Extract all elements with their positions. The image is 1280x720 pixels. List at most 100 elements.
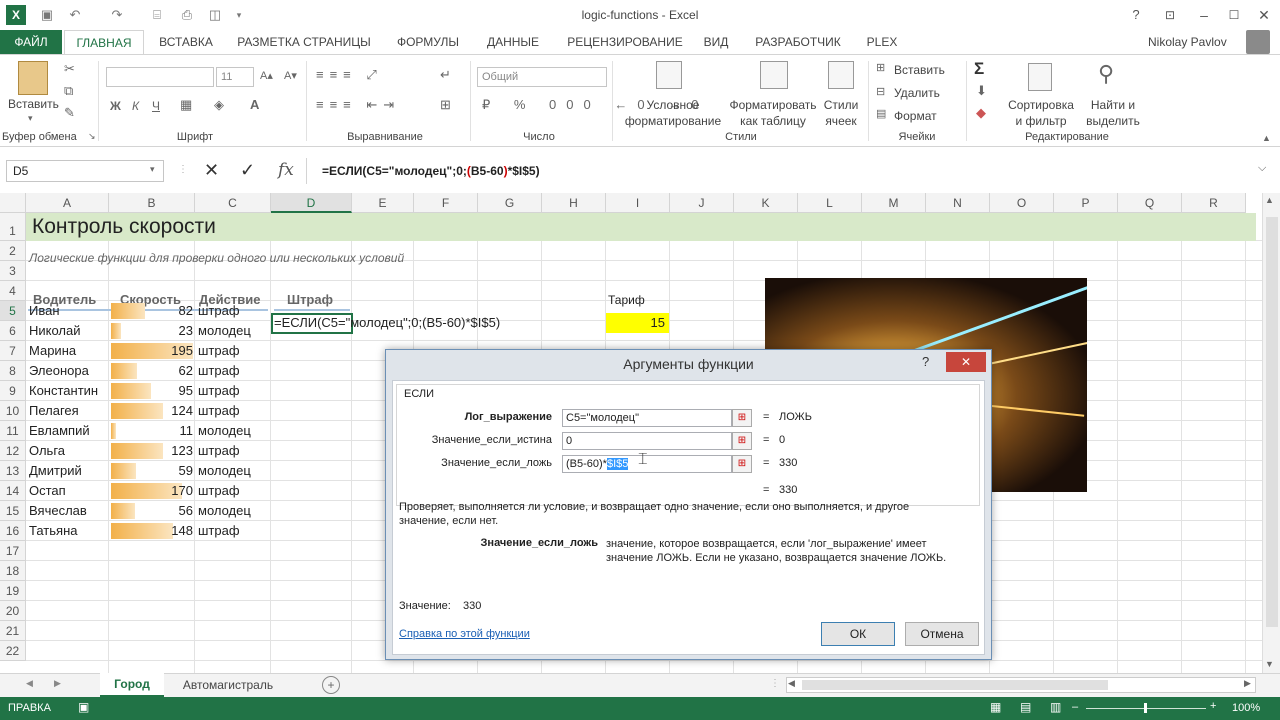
hscroll-thumb[interactable]	[802, 680, 1108, 690]
row-header[interactable]: 7	[0, 341, 26, 361]
driver-name[interactable]: Татьяна	[29, 521, 77, 541]
row-header[interactable]: 8	[0, 361, 26, 381]
column-header[interactable]: G	[478, 193, 542, 213]
sort-filter-icon[interactable]	[1028, 63, 1052, 91]
speed-value[interactable]: 62	[111, 361, 193, 381]
speed-value[interactable]: 11	[111, 421, 194, 441]
row-header[interactable]: 11	[0, 421, 26, 441]
italic-button[interactable]: К	[132, 99, 139, 113]
driver-name[interactable]: Марина	[29, 341, 76, 361]
wrap-text-icon[interactable]: ↵	[440, 67, 451, 83]
tabs-splitter-icon[interactable]: ⋮	[770, 678, 780, 689]
confirm-entry-icon[interactable]: ✓	[240, 160, 255, 181]
page-layout-view-icon[interactable]: ▤	[1020, 700, 1031, 714]
row-header[interactable]: 15	[0, 501, 26, 521]
column-header[interactable]: I	[606, 193, 670, 213]
scroll-down-icon[interactable]: ▼	[1265, 659, 1274, 669]
ok-button[interactable]: ОК	[821, 622, 895, 646]
format-cells-button[interactable]: Формат	[894, 109, 937, 123]
action-value[interactable]: штраф	[198, 481, 240, 501]
column-header[interactable]: A	[26, 193, 109, 213]
row-header[interactable]: 2	[0, 241, 26, 261]
clear-icon[interactable]: ◆	[976, 105, 986, 121]
scroll-up-icon[interactable]: ▲	[1265, 195, 1274, 205]
action-value[interactable]: штраф	[198, 381, 240, 401]
active-cell-formula[interactable]: =ЕСЛИ(C5="молодец";0;(B5-60)*$I$5)	[274, 313, 500, 333]
insert-function-icon[interactable]: fx	[278, 160, 294, 180]
format-painter-icon[interactable]: ✎	[64, 105, 75, 121]
driver-name[interactable]: Элеонора	[29, 361, 89, 381]
tab-data[interactable]: ДАННЫЕ	[478, 30, 548, 54]
column-header[interactable]: C	[195, 193, 271, 213]
action-value[interactable]: штраф	[198, 401, 240, 421]
arg-input-logical[interactable]: C5="молодец"	[562, 409, 732, 427]
vertical-scrollbar[interactable]: ▲ ▼	[1262, 193, 1280, 673]
delete-cells-button[interactable]: Удалить	[894, 86, 940, 100]
column-header[interactable]: P	[1054, 193, 1118, 213]
collapse-ribbon-icon[interactable]: ▲	[1262, 133, 1271, 143]
format-as-table-icon[interactable]	[760, 61, 788, 89]
font-size-combo[interactable]: 11	[216, 67, 254, 87]
speed-value[interactable]: 82	[111, 301, 193, 321]
cancel-entry-icon[interactable]: ✕	[204, 160, 219, 181]
merge-cells-icon[interactable]: ⊞	[440, 97, 451, 113]
dialog-close-button[interactable]: ✕	[946, 352, 986, 372]
tab-insert[interactable]: ВСТАВКА	[150, 30, 222, 54]
help-icon[interactable]: ?	[1118, 4, 1154, 26]
driver-name[interactable]: Пелагея	[29, 401, 79, 421]
column-header[interactable]: B	[109, 193, 195, 213]
insert-cells-button[interactable]: Вставить	[894, 63, 945, 77]
close-window-icon[interactable]: ✕	[1246, 4, 1280, 26]
driver-name[interactable]: Вячеслав	[29, 501, 87, 521]
speed-value[interactable]: 23	[111, 321, 193, 341]
add-sheet-icon[interactable]: +	[322, 676, 340, 694]
driver-name[interactable]: Остап	[29, 481, 66, 501]
arg-input-true[interactable]: 0	[562, 432, 732, 450]
column-header[interactable]: E	[352, 193, 414, 213]
scroll-left-icon[interactable]: ◀	[788, 678, 795, 689]
row-header[interactable]: 9	[0, 381, 26, 401]
expand-formula-icon[interactable]: ⌵	[1258, 162, 1266, 175]
row-header[interactable]: 21	[0, 621, 26, 641]
collapse-dialog-icon[interactable]: ⊞	[732, 409, 752, 427]
driver-name[interactable]: Ольга	[29, 441, 65, 461]
paste-icon[interactable]	[18, 61, 48, 95]
horizontal-align-icons[interactable]: ≡≡≡ ⇤⇥	[316, 97, 400, 113]
row-header[interactable]: 16	[0, 521, 26, 541]
format-cells-icon[interactable]: ▤	[876, 107, 886, 120]
row-header[interactable]: 19	[0, 581, 26, 601]
font-color-icon[interactable]: A	[250, 97, 259, 112]
rate-value[interactable]: 15	[606, 313, 669, 333]
driver-name[interactable]: Константин	[29, 381, 98, 401]
speed-value[interactable]: 59	[111, 461, 193, 481]
speed-value[interactable]: 124	[111, 401, 193, 421]
zoom-slider-thumb[interactable]	[1144, 703, 1147, 713]
grow-font-icon[interactable]: A▴	[260, 69, 273, 82]
bold-button[interactable]: Ж	[110, 99, 121, 113]
driver-name[interactable]: Дмитрий	[29, 461, 82, 481]
column-header[interactable]: M	[862, 193, 926, 213]
cut-icon[interactable]: ✂	[64, 61, 75, 77]
column-header[interactable]: H	[542, 193, 606, 213]
zoom-level[interactable]: 100%	[1232, 702, 1260, 714]
normal-view-icon[interactable]: ▦	[990, 700, 1001, 714]
column-header[interactable]: O	[990, 193, 1054, 213]
action-value[interactable]: штраф	[198, 441, 240, 461]
tab-home[interactable]: ГЛАВНАЯ	[64, 30, 144, 54]
action-value[interactable]: штраф	[198, 361, 240, 381]
sheet-tab-city[interactable]: Город	[100, 673, 164, 697]
action-value[interactable]: молодец	[198, 421, 251, 441]
clipboard-launcher-icon[interactable]: ↘	[88, 131, 96, 142]
formula-input[interactable]: =ЕСЛИ(C5="молодец";0;(B5-60)*$I$5)	[312, 160, 1267, 182]
user-name[interactable]: Nikolay Pavlov	[1148, 35, 1227, 49]
row-header[interactable]: 5	[0, 301, 26, 321]
cancel-button[interactable]: Отмена	[905, 622, 979, 646]
collapse-dialog-icon[interactable]: ⊞	[732, 432, 752, 450]
collapse-dialog-icon[interactable]: ⊞	[732, 455, 752, 473]
action-value[interactable]: молодец	[198, 501, 251, 521]
speed-value[interactable]: 95	[111, 381, 193, 401]
prev-sheet-icon[interactable]: ◀	[26, 678, 33, 689]
dialog-help-icon[interactable]: ?	[922, 354, 929, 369]
tab-developer[interactable]: РАЗРАБОТЧИК	[746, 30, 850, 54]
conditional-format-button[interactable]: Условное форматирование	[620, 97, 726, 129]
